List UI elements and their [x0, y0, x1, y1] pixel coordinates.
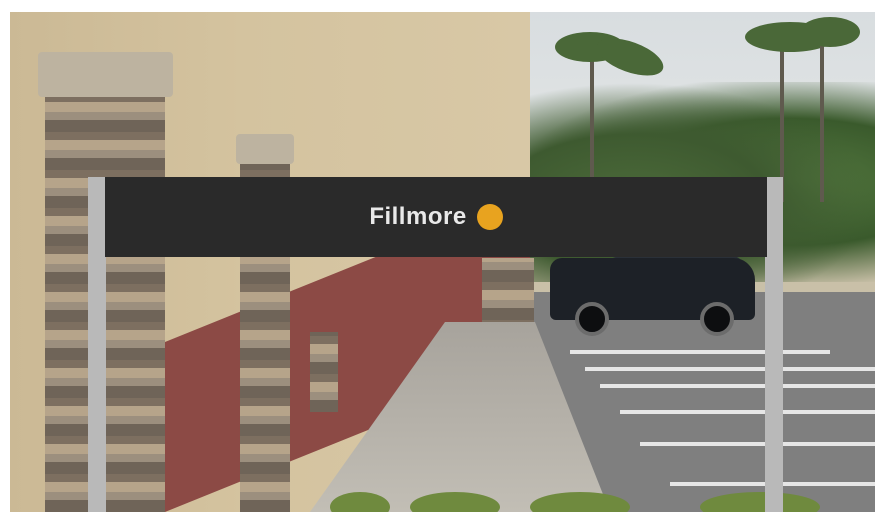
- photo-frame: Fillmore: [0, 0, 877, 514]
- sign-label: Fillmore: [369, 203, 467, 230]
- sign-post-right: [765, 177, 783, 512]
- stone-pillar: [310, 332, 338, 412]
- parking-stripe: [570, 350, 830, 354]
- parking-stripe: [585, 367, 875, 371]
- pillar-cap: [236, 134, 294, 164]
- photo: Fillmore: [10, 12, 875, 512]
- palm-frond: [800, 17, 860, 47]
- parking-stripe: [600, 384, 875, 388]
- orange-dot-icon: [476, 204, 503, 230]
- car-wheel: [575, 302, 609, 336]
- pillar-cap: [38, 52, 173, 97]
- parking-stripe: [620, 410, 875, 414]
- parking-stripe: [640, 442, 875, 446]
- street-sign: Fillmore: [105, 177, 767, 257]
- sign-post-left: [88, 177, 106, 512]
- car-wheel: [700, 302, 734, 336]
- palm-trunk: [820, 32, 824, 202]
- palm-trunk: [590, 52, 594, 192]
